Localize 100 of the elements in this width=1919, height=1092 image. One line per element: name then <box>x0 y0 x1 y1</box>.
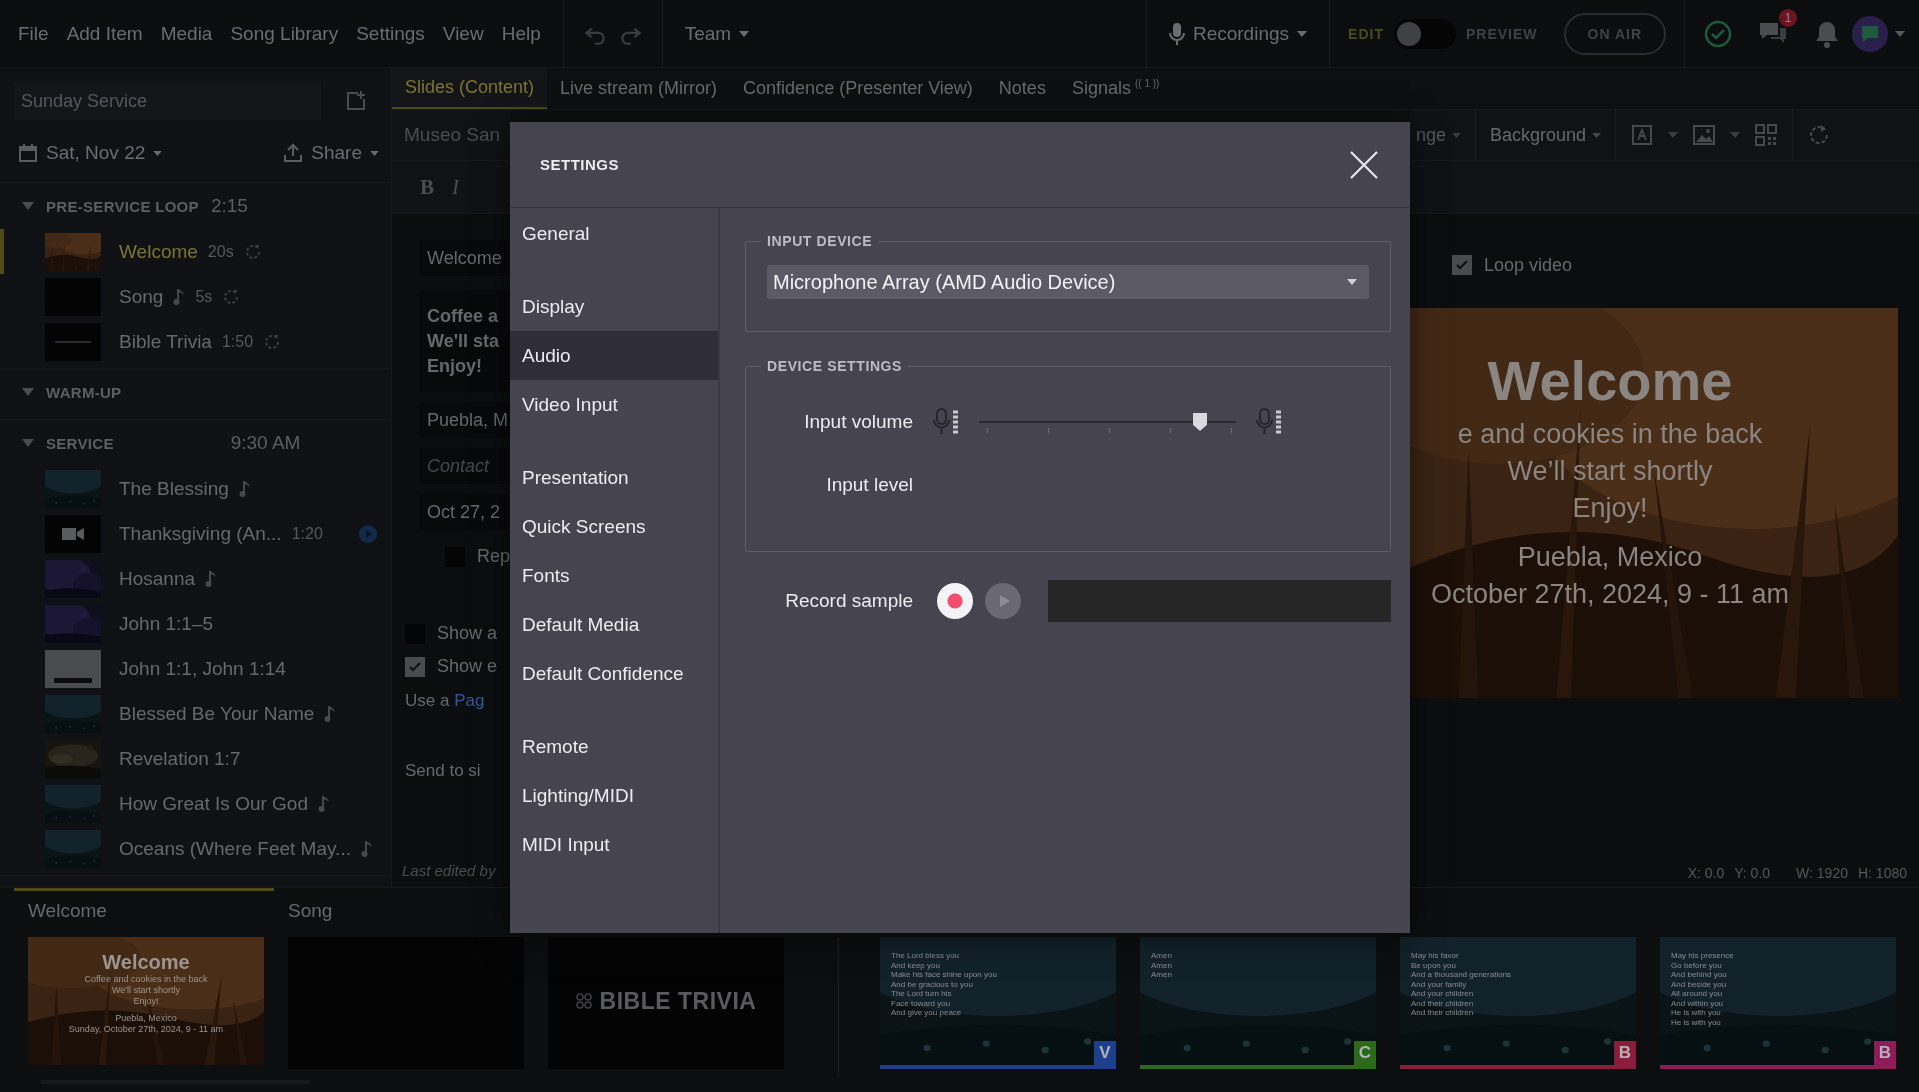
duration-text: 5s <box>195 287 213 306</box>
group-legend: DEVICE SETTINGS <box>761 358 909 374</box>
group-tab[interactable]: Welcome <box>14 888 274 930</box>
menu-item[interactable]: Help <box>497 18 545 49</box>
checkbox[interactable] <box>405 656 425 677</box>
body-text-field[interactable]: Coffee a We'll sta Enjoy! <box>419 290 510 392</box>
format-button[interactable]: B <box>420 174 434 200</box>
play-icon[interactable] <box>359 524 377 543</box>
settings-nav-item[interactable]: Default Confidence <box>510 649 718 698</box>
share-icon <box>283 143 304 163</box>
settings-nav-item[interactable]: General <box>510 209 718 258</box>
plan-item[interactable]: Thanksgiving (An... 1:20 <box>0 511 391 556</box>
settings-nav-item[interactable]: MIDI Input <box>510 820 718 869</box>
collapse-icon[interactable] <box>22 202 34 210</box>
collapse-icon[interactable] <box>22 439 34 447</box>
slide-thumbnail[interactable]: May his favor Be upon you And a thousand generations And your family And your children And their children And their children B <box>1400 937 1636 1069</box>
share-button[interactable]: Share <box>283 142 379 164</box>
device-select[interactable]: Microphone Array (AMD Audio Device) <box>767 265 1369 299</box>
item-title: John 1:1, John 1:14 <box>119 657 286 680</box>
caret-icon[interactable] <box>1347 279 1357 285</box>
option-label: Rep <box>477 546 510 567</box>
slide-thumbnail[interactable]: May his presence Go before you And behind you And beside you All around you And within you He is with you He is with you B <box>1660 937 1896 1069</box>
slide-thumbnail[interactable]: Amen Amen Amen C <box>1140 937 1376 1069</box>
slide-text: And keep you <box>891 960 941 970</box>
menu-item[interactable]: Add Item <box>62 18 147 49</box>
settings-nav-item[interactable]: Fonts <box>510 551 718 600</box>
editor-tab[interactable]: Live stream (Mirror) <box>547 68 731 109</box>
page-link[interactable]: Pag <box>454 691 485 710</box>
slide-text: He is with you <box>1671 1008 1722 1018</box>
menu-item[interactable]: Song Library <box>226 18 343 49</box>
settings-nav-item[interactable]: Video Input <box>510 380 718 429</box>
plan-item[interactable]: The Blessing <box>0 466 391 511</box>
slide-text: e and cookies in the back <box>1457 419 1763 450</box>
slide-thumbnail[interactable]: Welcome Coffee and cookies in the back We'll start shortly Enjoy! Puebla, Mexico Sunday, October 27th, 2024, 9 - 11 am <box>28 937 264 1069</box>
qr-code-icon[interactable] <box>1754 123 1779 147</box>
group-legend: INPUT DEVICE <box>761 233 879 249</box>
plan-item[interactable]: How Great Is Our God <box>0 781 391 826</box>
plan-item[interactable]: Revelation 1:7 <box>0 736 391 781</box>
new-item-icon[interactable] <box>345 90 367 112</box>
title-field[interactable]: Welcome <box>419 240 510 276</box>
settings-nav-item[interactable]: Display <box>510 282 718 331</box>
check-circle-icon[interactable] <box>1703 18 1733 49</box>
mode-toggle[interactable] <box>1393 18 1456 49</box>
plan-item[interactable]: Welcome 20s <box>0 229 391 274</box>
plan-title-field[interactable]: Sunday Service <box>14 82 321 120</box>
image-icon[interactable] <box>1692 124 1717 146</box>
slide-thumbnail[interactable]: BIBLE TRIVIA <box>548 937 784 1069</box>
menu-item[interactable]: File <box>14 18 53 49</box>
item-title: Thanksgiving (An... <box>119 522 282 545</box>
plan-item[interactable]: John 1:1, John 1:14 <box>0 646 391 691</box>
checkbox[interactable] <box>1452 255 1472 275</box>
team-dropdown[interactable]: Team <box>680 18 754 49</box>
section-title: SERVICE <box>46 434 114 452</box>
slide-text: And their children <box>1411 1008 1475 1018</box>
slide-text: Sunday, October 27th, 2024, 9 - 11 am <box>68 1024 224 1035</box>
slide-text: Face toward you <box>891 998 952 1008</box>
item-title: Welcome <box>119 240 198 263</box>
editor-tab[interactable]: Confidence (Presenter View) <box>730 68 986 109</box>
plan-item[interactable]: Song 5s <box>0 274 391 319</box>
date-picker[interactable]: Sat, Nov 22 <box>18 142 163 164</box>
option-label: Show a <box>437 623 498 644</box>
editor-tab[interactable]: Signals (( 1 )) <box>1058 68 1173 109</box>
background-dropdown[interactable]: Background <box>1490 124 1602 146</box>
plan-item[interactable]: Hosanna <box>0 556 391 601</box>
location-field[interactable]: Puebla, M <box>419 402 510 438</box>
settings-nav-item[interactable]: Audio <box>510 331 718 380</box>
format-button[interactable]: I <box>452 174 459 200</box>
plan-item[interactable]: Oceans (Where Feet May... <box>0 826 391 871</box>
collapse-icon[interactable] <box>22 388 34 396</box>
settings-nav-item[interactable]: Presentation <box>510 453 718 502</box>
section-time: 9:30 AM <box>230 432 301 454</box>
editor-tab[interactable]: Slides (Content) <box>392 68 548 109</box>
menu-item[interactable]: Media <box>156 18 217 49</box>
date-field[interactable]: Oct 27, 2 <box>419 494 510 530</box>
plan-item[interactable]: Bible Trivia 1:50 <box>0 319 391 364</box>
dropdown-button[interactable]: nge <box>1416 124 1462 146</box>
caret-icon <box>153 150 163 156</box>
slide-text: And behind you <box>1671 970 1728 980</box>
menu-item[interactable]: Settings <box>352 18 429 49</box>
close-icon[interactable] <box>1349 149 1379 180</box>
settings-nav-item[interactable]: Default Media <box>510 600 718 649</box>
slide-text: He is with you <box>1671 1017 1722 1027</box>
settings-nav-item[interactable]: Remote <box>510 722 718 771</box>
slider-thumb[interactable] <box>1193 413 1207 431</box>
recordings-dropdown[interactable]: Recordings <box>1164 17 1312 50</box>
record-button[interactable] <box>937 583 973 619</box>
plan-item[interactable]: John 1:1–5 <box>0 601 391 646</box>
caret-icon <box>1297 30 1308 37</box>
settings-nav-item[interactable]: Lighting/MIDI <box>510 771 718 820</box>
avatar-icon[interactable] <box>1851 14 1889 53</box>
plan-item[interactable]: Blessed Be Your Name <box>0 691 391 736</box>
editor-tab[interactable]: Notes <box>985 68 1059 109</box>
contact-field[interactable]: Contact <box>419 448 510 484</box>
group-tab[interactable]: Song <box>274 888 534 930</box>
option-label: Show e <box>437 656 498 677</box>
settings-nav-item[interactable]: Quick Screens <box>510 502 718 551</box>
menu-item[interactable]: View <box>438 18 488 49</box>
text-box-icon[interactable] <box>1630 123 1655 147</box>
slide-thumbnail[interactable]: The Lord bless you And keep you Make his face shine upon you And be gracious to you The Lord turn his Face toward you And give you peace V <box>880 937 1116 1069</box>
caret-icon[interactable] <box>1895 30 1905 37</box>
